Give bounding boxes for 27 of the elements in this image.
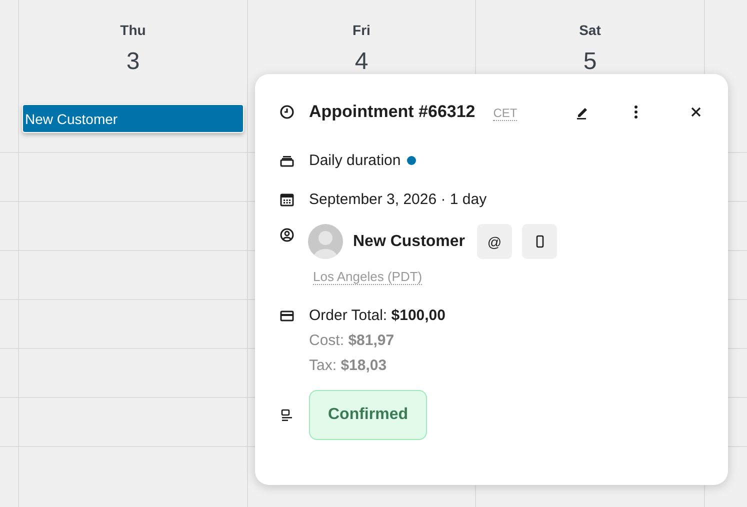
status-badge: Confirmed bbox=[309, 390, 427, 440]
customer-name: New Customer bbox=[353, 232, 466, 250]
order-line: Cost: $81,97 bbox=[309, 332, 394, 349]
day-number: 3 bbox=[126, 48, 140, 76]
day-name: Thu bbox=[120, 22, 146, 38]
timezone-label: CET bbox=[493, 106, 518, 121]
email-button[interactable]: @ bbox=[477, 224, 512, 259]
calendar-event[interactable]: New Customer bbox=[22, 104, 244, 133]
appointment-date: September 3, 2026 · 1 day bbox=[309, 191, 487, 208]
status-icon bbox=[279, 407, 295, 423]
calendar-icon bbox=[279, 192, 295, 208]
clock-icon bbox=[279, 104, 295, 120]
avatar bbox=[308, 224, 343, 259]
order-line: Tax: $18,03 bbox=[309, 357, 387, 374]
phone-button[interactable] bbox=[522, 224, 558, 259]
day-number: 4 bbox=[354, 48, 368, 76]
person-circle-icon bbox=[279, 227, 295, 243]
day-number: 5 bbox=[583, 48, 597, 76]
service-name: Daily duration bbox=[309, 152, 401, 169]
close-icon bbox=[690, 106, 702, 118]
order-total: Order Total: $100,00 bbox=[309, 307, 446, 324]
phone-icon bbox=[536, 235, 544, 248]
customer-location: Los Angeles (PDT) bbox=[313, 269, 422, 285]
more-icon bbox=[634, 104, 638, 120]
day-name: Fri bbox=[352, 22, 370, 38]
appointment-title: Appointment #66312 bbox=[309, 102, 476, 122]
day-name: Sat bbox=[579, 22, 601, 38]
